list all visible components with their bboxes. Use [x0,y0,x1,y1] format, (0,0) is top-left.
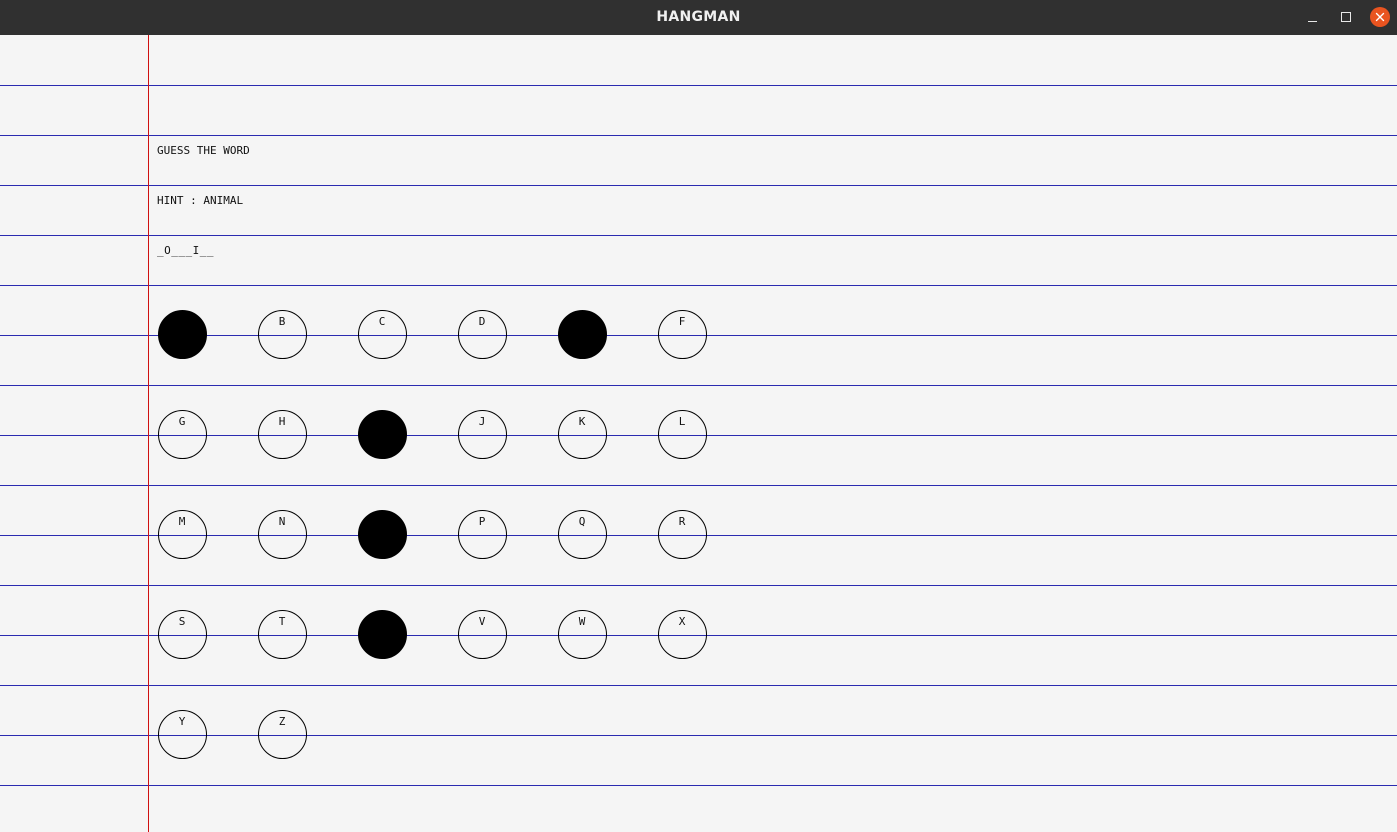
letter-label: C [378,315,386,328]
letter-label: W [578,615,586,628]
letter-label: T [278,615,286,628]
letter-button-p[interactable]: P [458,510,507,559]
letter-label: B [278,315,286,328]
ruled-line [0,685,1397,686]
hint-text: HINT : ANIMAL [157,194,244,207]
letter-button-a[interactable]: A [158,310,207,359]
ruled-line [0,385,1397,386]
letter-button-o[interactable]: O [358,510,407,559]
maximize-button[interactable] [1336,7,1356,27]
ruled-line [0,235,1397,236]
ruled-line [0,85,1397,86]
letter-button-r[interactable]: R [658,510,707,559]
letter-button-x[interactable]: X [658,610,707,659]
word-display: _O___I__ [157,244,214,257]
letter-label: R [678,515,686,528]
prompt-text: GUESS THE WORD [157,144,250,157]
letter-label: J [478,415,486,428]
letter-label: Z [278,715,286,728]
letter-label: Q [578,515,586,528]
ruled-line [0,785,1397,786]
close-icon [1375,12,1385,22]
ruled-line [0,585,1397,586]
letter-label: N [278,515,286,528]
letter-label: F [678,315,686,328]
letter-button-y[interactable]: Y [158,710,207,759]
letter-button-k[interactable]: K [558,410,607,459]
letter-button-n[interactable]: N [258,510,307,559]
letter-button-j[interactable]: J [458,410,507,459]
window-title: HANGMAN [656,9,741,25]
letter-label: M [178,515,186,528]
letter-label: O [378,515,386,528]
margin-line [148,35,149,832]
letter-label: Y [178,715,186,728]
letter-button-d[interactable]: D [458,310,507,359]
letter-label: I [378,415,386,428]
maximize-icon [1341,12,1351,22]
letter-button-w[interactable]: W [558,610,607,659]
ruled-line [0,185,1397,186]
ruled-line [0,285,1397,286]
letter-button-t[interactable]: T [258,610,307,659]
letter-button-u[interactable]: U [358,610,407,659]
minimize-button[interactable] [1302,7,1322,27]
minimize-icon [1307,20,1317,22]
letter-label: A [178,315,186,328]
letter-label: V [478,615,486,628]
letter-label: E [578,315,586,328]
ruled-line [0,735,1397,736]
letter-label: L [678,415,686,428]
letter-button-c[interactable]: C [358,310,407,359]
letter-label: K [578,415,586,428]
letter-button-l[interactable]: L [658,410,707,459]
letter-label: U [378,615,386,628]
letter-button-v[interactable]: V [458,610,507,659]
letter-label: D [478,315,486,328]
letter-label: S [178,615,186,628]
letter-label: P [478,515,486,528]
letter-button-m[interactable]: M [158,510,207,559]
letter-button-f[interactable]: F [658,310,707,359]
ruled-line [0,135,1397,136]
letter-button-e[interactable]: E [558,310,607,359]
letter-button-q[interactable]: Q [558,510,607,559]
ruled-line [0,485,1397,486]
letter-button-b[interactable]: B [258,310,307,359]
game-canvas: GUESS THE WORD HINT : ANIMAL _O___I__ A B… [0,35,1397,832]
letter-button-i[interactable]: I [358,410,407,459]
letter-button-z[interactable]: Z [258,710,307,759]
letter-button-h[interactable]: H [258,410,307,459]
letter-label: G [178,415,186,428]
letter-button-g[interactable]: G [158,410,207,459]
letter-label: H [278,415,286,428]
title-bar: HANGMAN [0,0,1397,35]
letter-label: X [678,615,686,628]
letter-button-s[interactable]: S [158,610,207,659]
close-button[interactable] [1370,7,1390,27]
